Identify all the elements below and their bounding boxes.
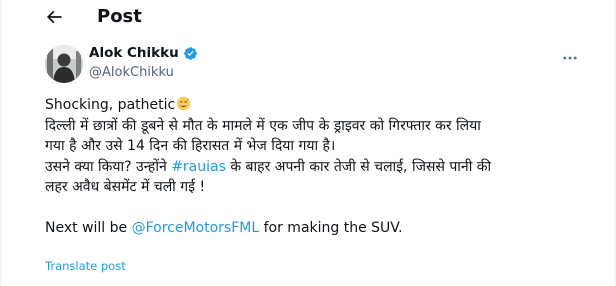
translate-post-link[interactable]: Translate post: [45, 259, 126, 273]
display-name[interactable]: Alok Chikku: [89, 45, 179, 61]
post-page: Post Alok Chikku @AlokChikku Shocking, p…: [0, 0, 616, 286]
tweet-line-text: उसने क्या किया? उन्होंने: [45, 158, 172, 175]
page-title: Post: [97, 6, 142, 27]
tweet-line: Shocking, pathetic: [45, 95, 605, 116]
tweet-text: Shocking, pathetic दिल्ली में छात्रों की…: [45, 95, 605, 238]
tweet-line: गया है और उसे 14 दिन की हिरासत में भेज द…: [45, 138, 336, 154]
tweet-line: उसने क्या किया? उन्होंने #rauias के बाहर…: [45, 157, 605, 178]
avatar-image: [45, 45, 83, 83]
tweet-line: दिल्ली में छात्रों की डूबने से मौत के मा…: [45, 117, 481, 134]
grinning-face-with-sweat-emoji: [176, 96, 191, 111]
more-options-icon: [563, 56, 577, 60]
hashtag-link[interactable]: #rauias: [171, 159, 226, 175]
mention-link[interactable]: @ForceMotorsFML: [132, 220, 260, 236]
tweet-line-text: Next will be: [45, 219, 132, 236]
user-info: Alok Chikku @AlokChikku: [89, 43, 198, 82]
arrow-left-icon: [46, 10, 62, 24]
avatar[interactable]: [45, 45, 83, 83]
tweet-line-text: Shocking, pathetic: [45, 97, 176, 113]
verified-badge-icon: [183, 46, 198, 61]
tweet-line: लहर अवैध बेसमेंट में चली गई !: [45, 179, 206, 195]
back-button[interactable]: [42, 5, 66, 29]
tweet-line: Next will be @ForceMotorsFML for making …: [45, 218, 605, 239]
tweet-line-text: के बाहर अपनी कार तेजी से चलाई, जिससे पान…: [225, 158, 492, 175]
header: Post: [1, 0, 615, 34]
user-handle[interactable]: @AlokChikku: [89, 64, 198, 82]
more-options-button[interactable]: [559, 47, 581, 69]
tweet-line-text: for making the SUV.: [259, 219, 403, 236]
